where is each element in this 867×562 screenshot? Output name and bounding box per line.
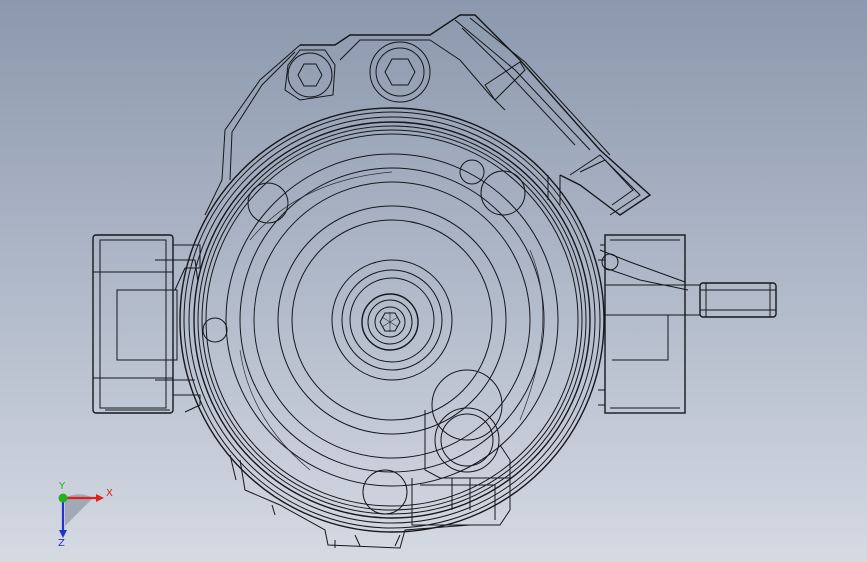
y-axis-label: Y xyxy=(58,481,66,492)
cad-viewport[interactable]: X Y Z xyxy=(0,0,867,562)
x-axis-head xyxy=(96,494,104,502)
mounting-holes xyxy=(202,159,526,515)
compressor-wireframe-drawing xyxy=(92,14,777,549)
angled-pipe xyxy=(547,154,641,216)
hex-bolt-left xyxy=(284,49,336,101)
y-axis-dot xyxy=(58,493,68,503)
z-axis-label: Z xyxy=(58,538,65,548)
x-axis-label: X xyxy=(106,488,113,499)
main-body xyxy=(179,107,605,533)
right-connector xyxy=(598,234,701,414)
right-fitting-rod xyxy=(699,282,777,318)
coordinate-triad: X Y Z xyxy=(58,481,113,548)
hex-bolt-right xyxy=(369,41,431,103)
shaft-center xyxy=(361,293,419,351)
z-axis-head xyxy=(59,530,67,538)
